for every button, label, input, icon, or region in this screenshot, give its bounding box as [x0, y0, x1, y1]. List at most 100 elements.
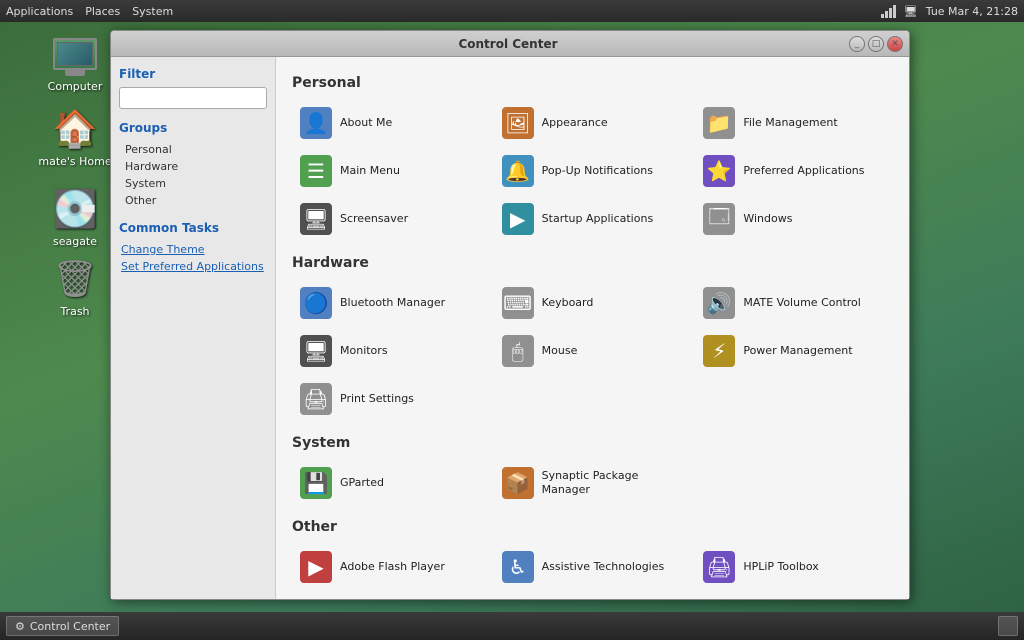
- file-management-icon: 📁: [703, 107, 735, 139]
- item-screensaver[interactable]: 🖥 Screensaver: [292, 197, 490, 241]
- appearance-label: Appearance: [542, 116, 608, 130]
- item-adobe-flash[interactable]: ▶ Adobe Flash Player: [292, 545, 490, 589]
- menu-places[interactable]: Places: [85, 5, 120, 18]
- desktop-icon-home[interactable]: 🏠 mate's Home: [35, 105, 115, 168]
- monitors-label: Monitors: [340, 344, 388, 358]
- groups-title: Groups: [119, 121, 267, 135]
- preferred-applications-icon: ⭐: [703, 155, 735, 187]
- window-minimize-button[interactable]: _: [849, 36, 865, 52]
- main-content: Personal 👤 About Me 🖼 Appearance 📁 File …: [276, 57, 909, 599]
- item-power-management[interactable]: ⚡ Power Management: [695, 329, 893, 373]
- monitors-icon: 🖥: [300, 335, 332, 367]
- common-tasks-list: Change Theme Set Preferred Applications: [119, 241, 267, 275]
- adobe-flash-icon: ▶: [300, 551, 332, 583]
- group-system[interactable]: System: [119, 175, 267, 192]
- item-mate-volume-control[interactable]: 🔊 MATE Volume Control: [695, 281, 893, 325]
- item-windows[interactable]: 🗔 Windows: [695, 197, 893, 241]
- gparted-icon: 💾: [300, 467, 332, 499]
- network-icon: 🖥: [904, 5, 918, 18]
- keyboard-label: Keyboard: [542, 296, 594, 310]
- drive-icon: 💽: [53, 188, 98, 230]
- windows-label: Windows: [743, 212, 792, 226]
- desktop-icon-home-label: mate's Home: [35, 155, 115, 168]
- main-menu-icon: ☰: [300, 155, 332, 187]
- desktop-icon-computer-label: Computer: [35, 80, 115, 93]
- item-appearance[interactable]: 🖼 Appearance: [494, 101, 692, 145]
- item-popup-notifications[interactable]: 🔔 Pop-Up Notifications: [494, 149, 692, 193]
- sidebar: Filter Groups Personal Hardware System O…: [111, 57, 276, 599]
- appearance-icon: 🖼: [502, 107, 534, 139]
- item-preferred-applications[interactable]: ⭐ Preferred Applications: [695, 149, 893, 193]
- item-network-connections[interactable]: 🌐 Network Connections: [494, 593, 692, 599]
- window-controls: _ □ ✕: [849, 36, 903, 52]
- synaptic-icon: 📦: [502, 467, 534, 499]
- mouse-icon: 🖱: [502, 335, 534, 367]
- show-desktop-button[interactable]: [998, 616, 1018, 636]
- item-file-management[interactable]: 📁 File Management: [695, 101, 893, 145]
- desktop-icon-computer[interactable]: Computer: [35, 30, 115, 93]
- item-mouse[interactable]: 🖱 Mouse: [494, 329, 692, 373]
- task-change-theme[interactable]: Change Theme: [119, 241, 267, 258]
- item-keyboard[interactable]: ⌨ Keyboard: [494, 281, 692, 325]
- system-items-grid: 💾 GParted 📦 Synaptic Package Manager: [292, 461, 893, 505]
- power-management-label: Power Management: [743, 344, 852, 358]
- section-hardware-heading: Hardware: [292, 255, 893, 271]
- desktop-icon-trash[interactable]: 🗑 Trash: [35, 255, 115, 318]
- assistive-tech-label: Assistive Technologies: [542, 560, 665, 574]
- home-icon: 🏠: [53, 108, 98, 150]
- item-synaptic[interactable]: 📦 Synaptic Package Manager: [494, 461, 692, 505]
- mate-volume-label: MATE Volume Control: [743, 296, 861, 310]
- startup-applications-label: Startup Applications: [542, 212, 654, 226]
- menu-system[interactable]: System: [132, 5, 173, 18]
- taskbar-top: Applications Places System 🖥 Tue Mar 4, …: [0, 0, 1024, 22]
- assistive-tech-icon: ♿: [502, 551, 534, 583]
- desktop-icon-seagate[interactable]: 💽 seagate: [35, 185, 115, 248]
- item-network-proxy[interactable]: 🔗 Network Proxy: [695, 593, 893, 599]
- print-settings-icon: 🖨: [300, 383, 332, 415]
- trash-icon: 🗑: [52, 258, 98, 300]
- screensaver-icon: 🖥: [300, 203, 332, 235]
- control-center-window: Control Center _ □ ✕ Filter Groups Perso…: [110, 30, 910, 600]
- window-title: Control Center: [167, 37, 849, 51]
- about-me-icon: 👤: [300, 107, 332, 139]
- item-hplip-toolbox[interactable]: 🖨 HPLiP Toolbox: [695, 545, 893, 589]
- section-system-heading: System: [292, 435, 893, 451]
- popup-notifications-label: Pop-Up Notifications: [542, 164, 653, 178]
- desktop: Applications Places System 🖥 Tue Mar 4, …: [0, 0, 1024, 640]
- mate-volume-icon: 🔊: [703, 287, 735, 319]
- signal-icon: [881, 4, 896, 18]
- group-other[interactable]: Other: [119, 192, 267, 209]
- item-main-menu[interactable]: ☰ Main Menu: [292, 149, 490, 193]
- taskbar-bottom: ⚙ Control Center: [0, 612, 1024, 640]
- taskbar-app-label: Control Center: [30, 620, 110, 633]
- item-assistive-tech[interactable]: ♿ Assistive Technologies: [494, 545, 692, 589]
- startup-applications-icon: ▶: [502, 203, 534, 235]
- power-management-icon: ⚡: [703, 335, 735, 367]
- hplip-toolbox-icon: 🖨: [703, 551, 735, 583]
- window-maximize-button[interactable]: □: [868, 36, 884, 52]
- filter-input[interactable]: [119, 87, 267, 109]
- menu-applications[interactable]: Applications: [6, 5, 73, 18]
- gparted-label: GParted: [340, 476, 384, 490]
- item-startup-applications[interactable]: ▶ Startup Applications: [494, 197, 692, 241]
- item-print-settings[interactable]: 🖨 Print Settings: [292, 377, 490, 421]
- popup-notifications-icon: 🔔: [502, 155, 534, 187]
- preferred-applications-label: Preferred Applications: [743, 164, 864, 178]
- datetime: Tue Mar 4, 21:28: [926, 5, 1018, 18]
- group-hardware[interactable]: Hardware: [119, 158, 267, 175]
- item-monitors[interactable]: 🖥 Monitors: [292, 329, 490, 373]
- keyboard-icon: ⌨: [502, 287, 534, 319]
- synaptic-label: Synaptic Package Manager: [542, 469, 684, 498]
- desktop-icon-seagate-label: seagate: [35, 235, 115, 248]
- item-keyboard-shortcuts[interactable]: ⌨ Keyboard Shortcuts: [292, 593, 490, 599]
- task-set-preferred[interactable]: Set Preferred Applications: [119, 258, 267, 275]
- item-about-me[interactable]: 👤 About Me: [292, 101, 490, 145]
- group-personal[interactable]: Personal: [119, 141, 267, 158]
- item-bluetooth-manager[interactable]: 🔵 Bluetooth Manager: [292, 281, 490, 325]
- windows-icon: 🗔: [703, 203, 735, 235]
- window-close-button[interactable]: ✕: [887, 36, 903, 52]
- taskbar-app-button[interactable]: ⚙ Control Center: [6, 616, 119, 636]
- other-items-grid: ▶ Adobe Flash Player ♿ Assistive Technol…: [292, 545, 893, 599]
- main-menu-label: Main Menu: [340, 164, 400, 178]
- item-gparted[interactable]: 💾 GParted: [292, 461, 490, 505]
